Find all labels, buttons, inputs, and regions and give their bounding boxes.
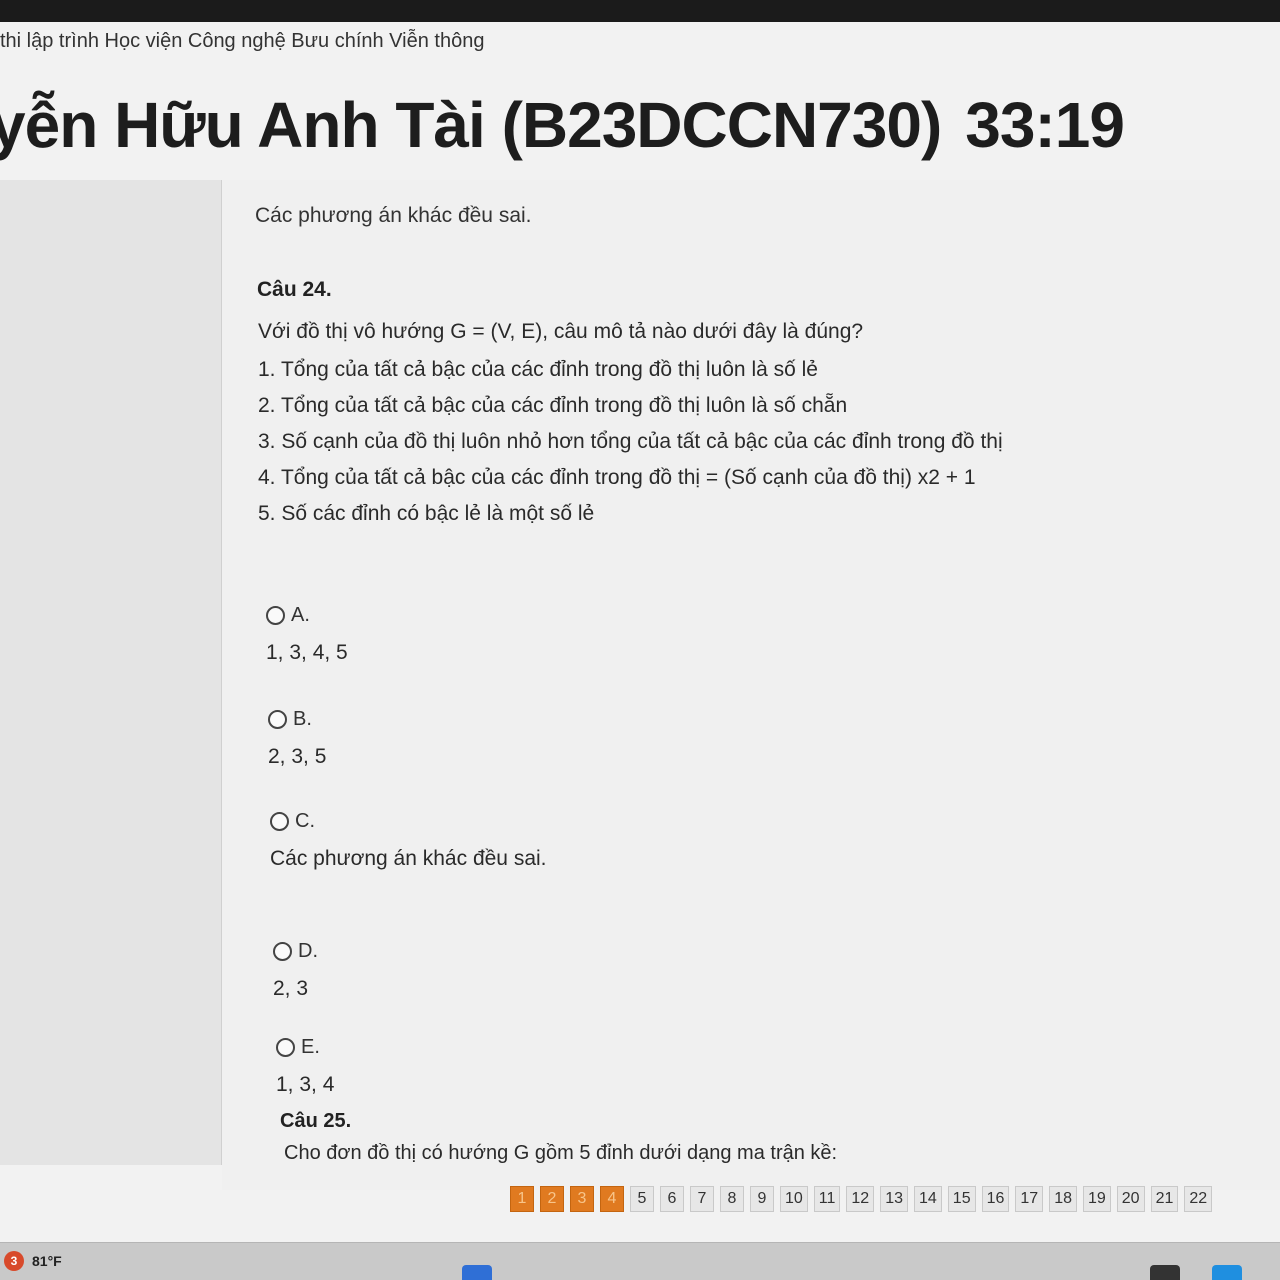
question-navigation: 1 2 3 4 5 6 7 8 9 10 11 12 13 14 15 16 17 18 19 20 21 22: [510, 1186, 1213, 1216]
option-d[interactable]: D. 2, 3: [273, 940, 318, 1001]
question-nav-button[interactable]: 13: [880, 1186, 908, 1212]
question-nav-button[interactable]: 6: [660, 1186, 684, 1212]
question-nav-button[interactable]: 4: [600, 1186, 624, 1212]
statement-item: 1. Tổng của tất cả bậc của các đỉnh tron…: [258, 358, 818, 381]
question-nav-button[interactable]: 18: [1049, 1186, 1077, 1212]
option-label: D.: [298, 940, 318, 962]
statement-item: 3. Số cạnh của đồ thị luôn nhỏ hơn tổng …: [258, 430, 1003, 453]
question-nav-button[interactable]: 10: [780, 1186, 808, 1212]
option-label: B.: [293, 708, 312, 730]
weather-widget[interactable]: 3 81°F: [4, 1251, 62, 1271]
temperature: 81°F: [32, 1253, 62, 1269]
option-label: A.: [291, 604, 310, 626]
browser-icon[interactable]: [1212, 1265, 1242, 1280]
next-question-text: Cho đơn đồ thị có hướng G gồm 5 đỉnh dướ…: [284, 1142, 838, 1164]
previous-option-text: Các phương án khác đều sai.: [255, 204, 532, 227]
countdown-timer: 33:19: [965, 89, 1125, 161]
question-number: Câu 24.: [257, 278, 332, 301]
option-text: 1, 3, 4: [276, 1073, 335, 1096]
question-nav-button[interactable]: 9: [750, 1186, 774, 1212]
app-icon[interactable]: [1150, 1265, 1180, 1280]
student-header: yễn Hữu Anh Tài (B23DCCN730) 33:19: [0, 88, 1125, 162]
site-title: thi lập trình Học viện Công nghệ Bưu chí…: [0, 30, 485, 52]
radio-button[interactable]: [270, 812, 289, 831]
radio-button[interactable]: [268, 710, 287, 729]
question-nav-button[interactable]: 15: [947, 1186, 976, 1212]
question-nav-button[interactable]: 12: [846, 1186, 875, 1212]
question-nav-button[interactable]: 7: [690, 1186, 714, 1212]
option-b[interactable]: B. 2, 3, 5: [268, 708, 326, 769]
question-nav-button[interactable]: 20: [1116, 1186, 1145, 1212]
question-nav-button[interactable]: 8: [720, 1186, 744, 1212]
notification-badge: 3: [4, 1251, 24, 1271]
question-nav-button[interactable]: 2: [540, 1186, 564, 1212]
option-label: C.: [295, 810, 315, 832]
statement-item: 5. Số các đỉnh có bậc lẻ là một số lẻ: [258, 502, 595, 525]
option-text: 2, 3, 5: [268, 745, 327, 768]
option-c[interactable]: C. Các phương án khác đều sai.: [270, 810, 547, 871]
option-text: 2, 3: [273, 977, 309, 1000]
question-nav-button[interactable]: 22: [1184, 1186, 1213, 1212]
screen-bezel: [0, 0, 1280, 22]
question-nav-button[interactable]: 16: [981, 1186, 1010, 1212]
question-nav-button[interactable]: 17: [1015, 1186, 1044, 1212]
question-nav-button[interactable]: 14: [914, 1186, 942, 1212]
question-nav-button[interactable]: 11: [813, 1186, 841, 1212]
question-nav-button[interactable]: 3: [570, 1186, 594, 1212]
student-name: yễn Hữu Anh Tài (B23DCCN730): [0, 89, 942, 161]
question-text: Với đồ thị vô hướng G = (V, E), câu mô t…: [258, 320, 864, 343]
radio-button[interactable]: [276, 1038, 295, 1057]
option-text: Các phương án khác đều sai.: [270, 847, 547, 870]
taskbar: 3 81°F: [0, 1242, 1280, 1280]
statement-list: 1. Tổng của tất cả bậc của các đỉnh tron…: [258, 352, 1003, 532]
question-nav-button[interactable]: 21: [1150, 1186, 1179, 1212]
radio-button[interactable]: [273, 942, 292, 961]
next-question-number: Câu 25.: [280, 1110, 352, 1132]
question-nav-button[interactable]: 19: [1082, 1186, 1111, 1212]
statement-item: 4. Tổng của tất cả bậc của các đỉnh tron…: [258, 466, 976, 489]
option-e[interactable]: E. 1, 3, 4: [276, 1036, 334, 1097]
left-sidebar: [0, 180, 222, 1165]
option-text: 1, 3, 4, 5: [266, 641, 348, 664]
option-a[interactable]: A. 1, 3, 4, 5: [266, 604, 348, 665]
start-icon[interactable]: [462, 1265, 492, 1280]
question-nav-button[interactable]: 1: [510, 1186, 534, 1212]
option-label: E.: [301, 1036, 320, 1058]
statement-item: 2. Tổng của tất cả bậc của các đỉnh tron…: [258, 394, 848, 417]
question-nav-button[interactable]: 5: [630, 1186, 654, 1212]
radio-button[interactable]: [266, 606, 285, 625]
